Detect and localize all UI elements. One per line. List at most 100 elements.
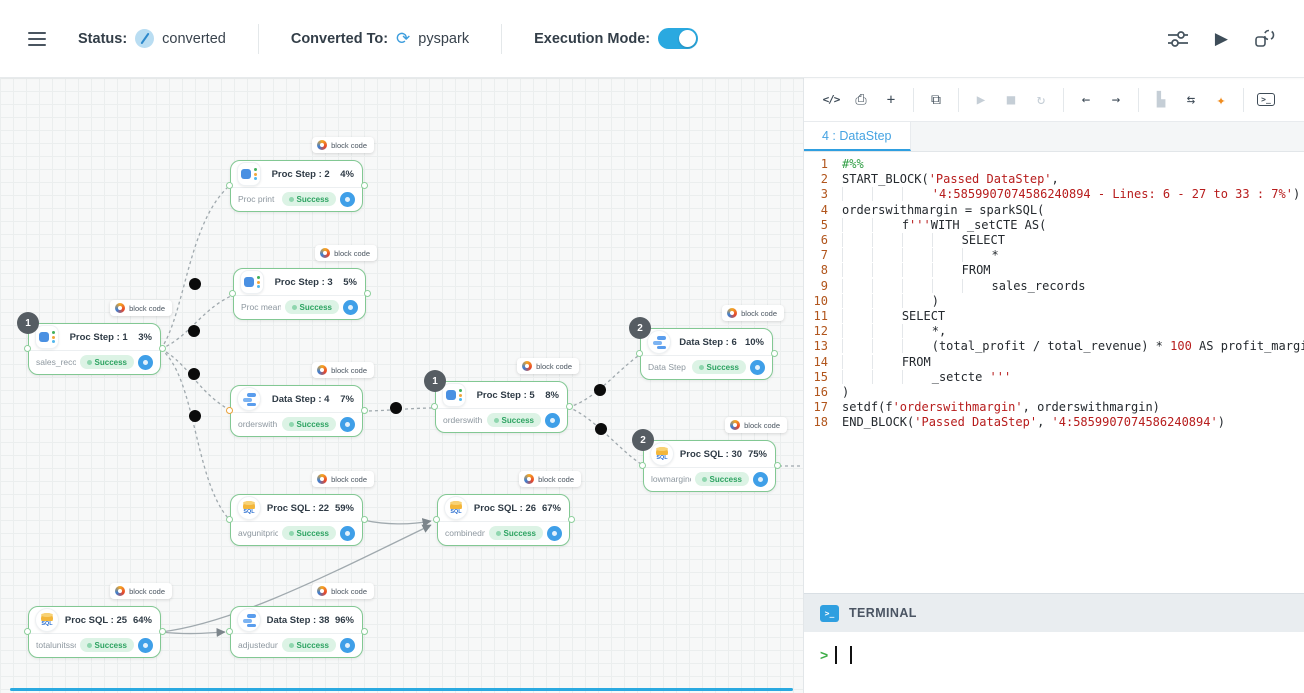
- node-title: Proc SQL : 25: [63, 615, 129, 626]
- component-group-icon[interactable]: [1254, 29, 1276, 49]
- converted-to-value: pyspark: [418, 31, 469, 47]
- node-action-button[interactable]: [138, 355, 153, 370]
- node-action-button[interactable]: [343, 300, 358, 315]
- node-action-button[interactable]: [340, 526, 355, 541]
- editor-panel: </>⎙+ ⧉ ▶■↻ ←→ ▙⇆✦ >_ 4 : DataStep 1#%%2START…: [803, 78, 1304, 693]
- indent-guide: [902, 187, 932, 201]
- flow-node[interactable]: block codeSQLProc SQL : 2259%avgunitpric…: [230, 494, 363, 546]
- node-header: SQLProc SQL : 3075%: [644, 441, 775, 468]
- output-port[interactable]: [361, 516, 368, 523]
- flow-canvas[interactable]: block codeProc Step : 24%Proc printSucce…: [0, 78, 803, 693]
- input-port[interactable]: [226, 182, 233, 189]
- node-action-button[interactable]: [138, 638, 153, 653]
- execution-mode-toggle[interactable]: [658, 28, 698, 49]
- block-code-label: block code: [129, 304, 165, 313]
- flow-node[interactable]: block code2SQLProc SQL : 3075%lowmargino…: [643, 440, 776, 492]
- input-port[interactable]: [24, 628, 31, 635]
- output-port[interactable]: [566, 403, 573, 410]
- code-line: 16): [804, 385, 1304, 400]
- block-code-button[interactable]: block code: [110, 583, 172, 599]
- flow-node[interactable]: block codeSQLProc SQL : 2564%totalunitss…: [28, 606, 161, 658]
- block-code-button[interactable]: block code: [517, 358, 579, 374]
- chart-icon[interactable]: ▙: [1146, 92, 1176, 108]
- node-action-button[interactable]: [750, 360, 765, 375]
- node-title: Proc Step : 2: [265, 169, 336, 180]
- terminal-header[interactable]: >_ TERMINAL: [804, 594, 1304, 632]
- node-action-button[interactable]: [340, 192, 355, 207]
- flow-node[interactable]: block codeProc Step : 24%Proc printSucce…: [230, 160, 363, 212]
- code-icon[interactable]: </>: [816, 93, 846, 106]
- output-port[interactable]: [159, 345, 166, 352]
- data-step-icon: [237, 608, 261, 632]
- settings-sliders-icon[interactable]: [1167, 30, 1189, 48]
- block-code-button[interactable]: block code: [315, 245, 377, 261]
- hamburger-menu-icon[interactable]: [28, 32, 46, 46]
- block-code-button[interactable]: block code: [110, 300, 172, 316]
- run-pipeline-icon[interactable]: ▶: [1215, 29, 1228, 49]
- indent-guide: [902, 339, 932, 353]
- flow-node[interactable]: block codeSQLProc SQL : 2667%combinedm..…: [437, 494, 570, 546]
- node-action-button[interactable]: [545, 413, 560, 428]
- node-action-button[interactable]: [547, 526, 562, 541]
- node-header: Proc Step : 35%: [234, 269, 365, 296]
- output-port[interactable]: [771, 350, 778, 357]
- input-port[interactable]: [226, 628, 233, 635]
- node-action-button[interactable]: [340, 417, 355, 432]
- horizontal-scrollbar[interactable]: [10, 688, 793, 691]
- block-code-button[interactable]: block code: [722, 305, 784, 321]
- flow-node[interactable]: block codeData Step : 3896%adjustedunit.…: [230, 606, 363, 658]
- block-code-button[interactable]: block code: [312, 583, 374, 599]
- flow-node[interactable]: block code1Proc Step : 58%orderswith...S…: [435, 381, 568, 433]
- back-icon[interactable]: ←: [1071, 92, 1101, 108]
- flow-node[interactable]: block codeData Step : 47%orderswith...Su…: [230, 385, 363, 437]
- indent-guide: [962, 279, 992, 293]
- block-code-button[interactable]: block code: [519, 471, 581, 487]
- output-port[interactable]: [364, 290, 371, 297]
- divider: [501, 24, 502, 54]
- terminal-icon[interactable]: >_: [1251, 93, 1281, 106]
- swap-icon[interactable]: ⇆: [1176, 92, 1206, 108]
- input-port[interactable]: [636, 350, 643, 357]
- terminal-prompt: >: [820, 646, 828, 664]
- flow-node[interactable]: block codeProc Step : 35%Proc meansSucce…: [233, 268, 366, 320]
- output-port[interactable]: [361, 628, 368, 635]
- input-port[interactable]: [229, 290, 236, 297]
- input-port[interactable]: [226, 516, 233, 523]
- code-line: 1#%%: [804, 157, 1304, 172]
- tab-datastep[interactable]: 4 : DataStep: [804, 122, 911, 151]
- input-port[interactable]: [639, 462, 646, 469]
- save-icon[interactable]: ⎙: [846, 92, 876, 108]
- node-action-button[interactable]: [753, 472, 768, 487]
- terminal-body[interactable]: >: [804, 632, 1304, 693]
- stop-icon[interactable]: ■: [996, 92, 1026, 108]
- add-icon[interactable]: +: [876, 92, 906, 108]
- block-code-button[interactable]: block code: [312, 471, 374, 487]
- status-text: Success: [297, 641, 329, 650]
- output-port[interactable]: [361, 407, 368, 414]
- block-code-button[interactable]: block code: [312, 362, 374, 378]
- block-code-button[interactable]: block code: [312, 137, 374, 153]
- forward-icon[interactable]: →: [1101, 92, 1131, 108]
- input-port[interactable]: [226, 407, 233, 414]
- flow-node[interactable]: block code2Data Step : 610%Data StepSucc…: [640, 328, 773, 380]
- node-action-button[interactable]: [340, 638, 355, 653]
- input-port[interactable]: [433, 516, 440, 523]
- output-port[interactable]: [159, 628, 166, 635]
- magic-wand-icon[interactable]: ✦: [1206, 91, 1236, 109]
- output-port[interactable]: [568, 516, 575, 523]
- execution-mode-group: Execution Mode:: [534, 28, 698, 49]
- input-port[interactable]: [24, 345, 31, 352]
- node-percent: 4%: [340, 169, 354, 180]
- block-code-label: block code: [331, 366, 367, 375]
- input-port[interactable]: [431, 403, 438, 410]
- top-header: Status: converted Converted To: ⟳ pyspar…: [0, 0, 1304, 78]
- output-port[interactable]: [774, 462, 781, 469]
- block-code-button[interactable]: block code: [725, 417, 787, 433]
- code-editor[interactable]: 1#%%2START_BLOCK('Passed DataStep',3 '4:…: [804, 152, 1304, 593]
- flow-node[interactable]: block code1Proc Step : 13%sales_recordsS…: [28, 323, 161, 375]
- terminal-caret: [850, 646, 852, 664]
- output-port[interactable]: [361, 182, 368, 189]
- refresh-icon[interactable]: ↻: [1026, 92, 1056, 108]
- copy-icon[interactable]: ⧉: [921, 92, 951, 108]
- run-icon[interactable]: ▶: [966, 92, 996, 108]
